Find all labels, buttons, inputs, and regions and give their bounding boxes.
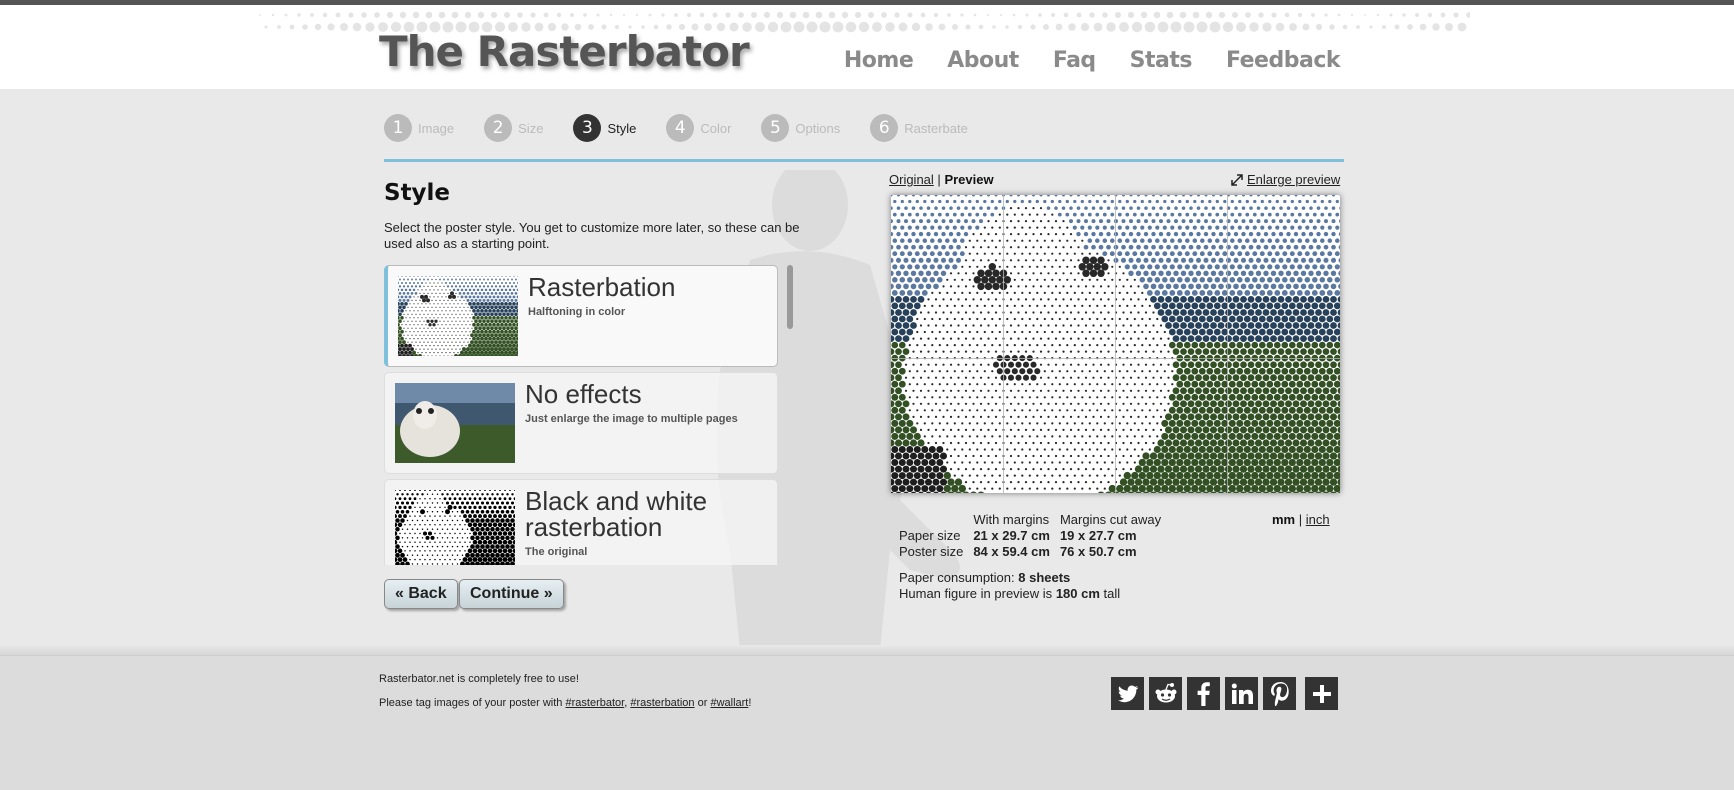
step-label: Color xyxy=(700,120,732,136)
section-description: Select the poster style. You get to cust… xyxy=(384,220,800,251)
human-figure-suffix: tall xyxy=(1103,586,1121,601)
consumption-info: Paper consumption: 8 sheets Human figure… xyxy=(899,570,1120,602)
style-option-title: No effects xyxy=(525,379,642,409)
footer-tag-prefix: Please tag images of your poster with xyxy=(379,697,563,709)
poster-preview[interactable] xyxy=(891,195,1340,493)
page-divider xyxy=(891,358,1340,359)
steps-divider xyxy=(384,159,1344,162)
step-number: 4 xyxy=(666,114,695,142)
poster-size-cut: 76 x 50.7 cm xyxy=(1059,544,1137,559)
step-image[interactable]: 1 Image xyxy=(384,114,454,142)
poster-size-label: Poster size xyxy=(899,544,964,559)
step-indicator: 1 Image 2 Size 3 Style 4 Color 5 Options… xyxy=(384,114,998,142)
paper-size-cut: 19 x 27.7 cm xyxy=(1059,528,1137,543)
header: The Rasterbator Home About Faq Stats Fee… xyxy=(0,5,1734,89)
footer-free-note: Rasterbator.net is completely free to us… xyxy=(379,673,579,685)
human-figure-value: 180 cm xyxy=(1055,586,1100,601)
step-label: Image xyxy=(418,120,455,136)
paper-consumption-label: Paper consumption: xyxy=(899,570,1015,585)
nav-about[interactable]: About xyxy=(947,48,1019,73)
paper-size-label: Paper size xyxy=(899,528,961,543)
no-effects-thumbnail xyxy=(395,383,515,463)
paper-consumption-value: 8 sheets xyxy=(1018,570,1071,585)
reddit-icon[interactable] xyxy=(1149,677,1182,710)
style-option-no-effects[interactable]: No effects Just enlarge the image to mul… xyxy=(384,372,778,474)
preview-label: Preview xyxy=(944,172,994,187)
twitter-icon[interactable] xyxy=(1111,677,1144,710)
linkedin-icon[interactable] xyxy=(1225,677,1258,710)
step-number: 6 xyxy=(870,114,899,142)
step-number: 5 xyxy=(761,114,790,142)
black-white-thumbnail xyxy=(395,490,515,565)
unit-toggle: mm | inch xyxy=(1272,512,1330,527)
style-option-rasterbation[interactable]: Rasterbation Halftoning in color xyxy=(384,265,778,367)
rasterbation-thumbnail xyxy=(398,276,518,356)
plus-icon[interactable] xyxy=(1305,677,1338,710)
tag-rasterbation[interactable]: #rasterbation xyxy=(630,697,694,709)
comma: , xyxy=(624,697,628,709)
preview-toggle: Original | Preview xyxy=(889,172,994,187)
step-number: 1 xyxy=(384,114,412,142)
nav-home[interactable]: Home xyxy=(844,48,914,73)
enlarge-preview[interactable]: Enlarge preview xyxy=(1231,172,1340,187)
nav-stats[interactable]: Stats xyxy=(1130,48,1193,73)
footer xyxy=(0,655,1734,790)
style-option-black-white[interactable]: Black and white rasterbation The origina… xyxy=(384,479,778,565)
page-divider xyxy=(1115,195,1116,493)
expand-icon xyxy=(1231,173,1243,186)
style-list-scrollbar[interactable] xyxy=(787,265,793,329)
col-header-cut: Margins cut away xyxy=(1059,512,1162,527)
unit-separator: | xyxy=(1298,512,1303,527)
enlarge-preview-link[interactable]: Enlarge preview xyxy=(1247,172,1340,187)
style-option-subtitle: Halftoning in color xyxy=(528,306,626,318)
step-color[interactable]: 4 Color xyxy=(666,114,731,142)
size-info: With margins Margins cut away Paper size… xyxy=(899,512,1171,560)
style-option-title: Black and white rasterbation xyxy=(525,486,708,542)
step-label: Options xyxy=(795,120,841,136)
or-text: or xyxy=(697,697,708,709)
human-figure-label: Human figure in preview is xyxy=(899,586,1053,601)
separator: | xyxy=(937,172,941,187)
back-button[interactable]: « Back xyxy=(384,579,458,609)
original-link[interactable]: Original xyxy=(889,172,934,187)
step-label: Style xyxy=(607,120,637,136)
tag-rasterbator[interactable]: #rasterbator xyxy=(566,697,625,709)
step-rasterbate[interactable]: 6 Rasterbate xyxy=(870,114,968,142)
poster-size-margins: 84 x 59.4 cm xyxy=(973,544,1050,559)
page-divider xyxy=(1227,195,1228,493)
col-header-margins: With margins xyxy=(973,512,1050,527)
paper-size-margins: 21 x 29.7 cm xyxy=(973,528,1050,543)
continue-button[interactable]: Continue » xyxy=(459,579,564,609)
main-nav: Home About Faq Stats Feedback xyxy=(844,48,1341,73)
step-style[interactable]: 3 Style xyxy=(573,114,636,142)
step-number: 2 xyxy=(484,114,513,142)
step-size[interactable]: 2 Size xyxy=(484,114,543,142)
page-divider xyxy=(1003,195,1004,493)
step-options[interactable]: 5 Options xyxy=(761,114,840,142)
step-label: Rasterbate xyxy=(904,120,968,136)
social-share xyxy=(1111,677,1338,710)
footer-text: Rasterbator.net is completely free to us… xyxy=(379,667,751,715)
nav-faq[interactable]: Faq xyxy=(1053,48,1096,73)
tag-wallart[interactable]: #wallart xyxy=(710,697,748,709)
style-options-list[interactable]: Rasterbation Halftoning in color No effe… xyxy=(384,265,794,565)
footer-tag-note: Please tag images of your poster with #r… xyxy=(379,691,751,715)
exclamation: ! xyxy=(748,697,752,709)
style-option-title: Rasterbation xyxy=(528,272,676,302)
step-label: Size xyxy=(518,120,544,136)
unit-mm[interactable]: mm xyxy=(1272,512,1295,527)
footer-shadow xyxy=(0,645,1734,655)
unit-inch[interactable]: inch xyxy=(1306,512,1330,527)
pinterest-icon[interactable] xyxy=(1263,677,1296,710)
nav-feedback[interactable]: Feedback xyxy=(1226,48,1341,73)
style-option-subtitle: The original xyxy=(525,546,588,558)
style-option-subtitle: Just enlarge the image to multiple pages xyxy=(525,413,738,425)
site-logo[interactable]: The Rasterbator xyxy=(379,27,750,76)
facebook-icon[interactable] xyxy=(1187,677,1220,710)
step-number: 3 xyxy=(573,114,602,142)
section-title: Style xyxy=(384,180,451,206)
